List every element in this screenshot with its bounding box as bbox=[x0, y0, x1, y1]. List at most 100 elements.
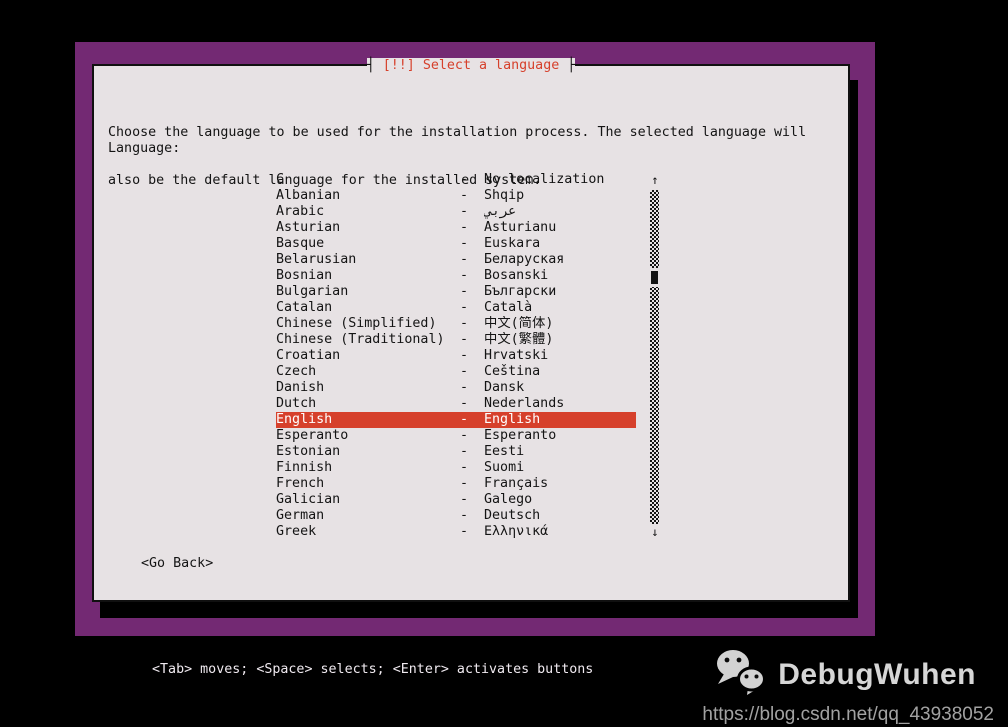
title-bracket-left: ┤ bbox=[366, 58, 375, 74]
language-separator: - bbox=[460, 428, 469, 443]
language-name: German bbox=[276, 508, 325, 523]
language-native-name: Français bbox=[484, 476, 549, 491]
language-separator: - bbox=[460, 364, 469, 379]
language-native-name: Беларуская bbox=[484, 252, 565, 267]
language-native-name: No localization bbox=[484, 172, 605, 187]
language-separator: - bbox=[460, 396, 469, 411]
language-native-name: Ελληνικά bbox=[484, 524, 549, 539]
language-row[interactable]: C - No localization bbox=[276, 172, 636, 188]
language-native-name: Nederlands bbox=[484, 396, 565, 411]
language-row[interactable]: Dutch - Nederlands bbox=[276, 396, 636, 412]
description-line-1: Choose the language to be used for the i… bbox=[108, 125, 807, 140]
language-name: Arabic bbox=[276, 204, 325, 219]
language-name: Belarusian bbox=[276, 252, 357, 267]
watermark-url: https://blog.csdn.net/qq_43938052 bbox=[702, 704, 994, 725]
wechat-icon bbox=[714, 648, 767, 701]
language-row[interactable]: Czech - Čeština bbox=[276, 364, 636, 380]
language-native-name: English bbox=[484, 412, 541, 427]
language-row[interactable]: Bulgarian - Български bbox=[276, 284, 636, 300]
language-separator: - bbox=[460, 444, 469, 459]
language-separator: - bbox=[460, 492, 469, 507]
language-list[interactable]: C - No localization Albanian - Shqip Arabic - عر… bbox=[276, 172, 636, 540]
language-separator: - bbox=[460, 300, 469, 315]
language-name: Finnish bbox=[276, 460, 333, 475]
language-separator: - bbox=[460, 348, 469, 363]
language-separator: - bbox=[460, 460, 469, 475]
language-row[interactable]: Esperanto - Esperanto bbox=[276, 428, 636, 444]
language-row[interactable]: Galician - Galego bbox=[276, 492, 636, 508]
language-name: Asturian bbox=[276, 220, 341, 235]
language-name: Croatian bbox=[276, 348, 341, 363]
language-name: Chinese (Traditional) bbox=[276, 332, 445, 347]
language-native-name: Galego bbox=[484, 492, 533, 507]
language-native-name: Eesti bbox=[484, 444, 525, 459]
language-row[interactable]: Asturian - Asturianu bbox=[276, 220, 636, 236]
language-name: Chinese (Simplified) bbox=[276, 316, 437, 331]
language-native-name: Deutsch bbox=[484, 508, 541, 523]
language-name: Galician bbox=[276, 492, 341, 507]
select-language-dialog: ┤ [!!] Select a language ├ Choose the la… bbox=[92, 58, 850, 602]
language-separator: - bbox=[460, 508, 469, 523]
watermark-name: DebugWuhen bbox=[778, 657, 976, 691]
language-name: English bbox=[276, 412, 333, 427]
language-name: Basque bbox=[276, 236, 325, 251]
language-row[interactable]: Croatian - Hrvatski bbox=[276, 348, 636, 364]
scrollbar-thumb[interactable] bbox=[650, 268, 659, 287]
language-separator: - bbox=[460, 380, 469, 395]
keyboard-help-text: <Tab> moves; <Space> selects; <Enter> ac… bbox=[152, 662, 594, 677]
language-separator: - bbox=[460, 172, 469, 187]
language-row[interactable]: Belarusian - Беларуская bbox=[276, 252, 636, 268]
language-row[interactable]: Catalan - Català bbox=[276, 300, 636, 316]
language-name: Bulgarian bbox=[276, 284, 349, 299]
language-native-name: Suomi bbox=[484, 460, 525, 475]
language-name: C bbox=[276, 172, 285, 187]
language-separator: - bbox=[460, 332, 469, 347]
language-row[interactable]: Finnish - Suomi bbox=[276, 460, 636, 476]
language-name: Dutch bbox=[276, 396, 317, 411]
language-native-name: Shqip bbox=[484, 188, 525, 203]
language-row[interactable]: Danish - Dansk bbox=[276, 380, 636, 396]
language-name: Catalan bbox=[276, 300, 333, 315]
language-separator: - bbox=[460, 524, 469, 539]
language-row[interactable]: Bosnian - Bosanski bbox=[276, 268, 636, 284]
language-row[interactable]: German - Deutsch bbox=[276, 508, 636, 524]
language-native-name: Català bbox=[484, 300, 533, 315]
language-native-name: Asturianu bbox=[484, 220, 557, 235]
language-field-label: Language: bbox=[108, 141, 181, 156]
language-name: French bbox=[276, 476, 325, 491]
language-row[interactable]: Estonian - Eesti bbox=[276, 444, 636, 460]
scrollbar-up-arrow-icon[interactable]: ↑ bbox=[648, 172, 662, 188]
go-back-button[interactable]: <Go Back> bbox=[141, 556, 213, 572]
language-separator: - bbox=[460, 204, 469, 219]
language-separator: - bbox=[460, 476, 469, 491]
language-row[interactable]: Basque - Euskara bbox=[276, 236, 636, 252]
language-row[interactable]: Chinese (Traditional) - 中文(繁體) bbox=[276, 332, 636, 348]
language-row[interactable]: Arabic - عربي bbox=[276, 204, 636, 220]
language-native-name: Български bbox=[484, 284, 557, 299]
title-bracket-right: ├ bbox=[567, 58, 576, 74]
language-native-name: Bosanski bbox=[484, 268, 549, 283]
language-name: Greek bbox=[276, 524, 317, 539]
language-separator: - bbox=[460, 412, 469, 427]
language-name: Bosnian bbox=[276, 268, 333, 283]
language-name: Albanian bbox=[276, 188, 341, 203]
scrollbar-down-arrow-icon[interactable]: ↓ bbox=[648, 524, 662, 540]
language-separator: - bbox=[460, 268, 469, 283]
language-row[interactable]: French - Français bbox=[276, 476, 636, 492]
language-name: Czech bbox=[276, 364, 317, 379]
language-native-name: 中文(繁體) bbox=[484, 332, 554, 347]
language-separator: - bbox=[460, 220, 469, 235]
language-separator: - bbox=[460, 284, 469, 299]
language-separator: - bbox=[460, 316, 469, 331]
language-name: Estonian bbox=[276, 444, 341, 459]
language-native-name: Euskara bbox=[484, 236, 541, 251]
screenshot-root: { "colors": { "background": "#000000", "… bbox=[0, 0, 1008, 727]
language-row[interactable]: Greek - Ελληνικά bbox=[276, 524, 636, 540]
language-row[interactable]: Chinese (Simplified) - 中文(简体) bbox=[276, 316, 636, 332]
language-row[interactable]: Albanian - Shqip bbox=[276, 188, 636, 204]
language-separator: - bbox=[460, 236, 469, 251]
language-native-name: Čeština bbox=[484, 364, 541, 379]
language-separator: - bbox=[460, 188, 469, 203]
scrollbar-track[interactable] bbox=[650, 190, 659, 524]
language-row-selected[interactable]: English - English bbox=[276, 412, 636, 428]
